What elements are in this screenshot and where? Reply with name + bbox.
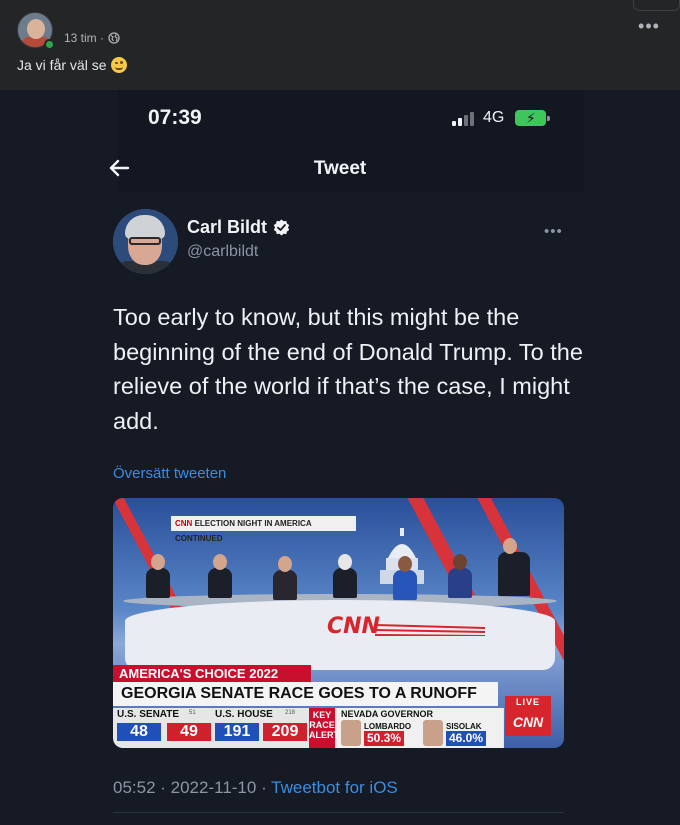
tweet-options-button[interactable]: ••• (544, 223, 563, 240)
cnn-bug-logo: CNN (505, 708, 551, 736)
house-label: U.S. HOUSE (215, 709, 273, 720)
translate-tweet-link[interactable]: Översätt tweeten (113, 465, 226, 482)
tweet-author-name-row[interactable]: Carl Bildt (187, 217, 290, 238)
key-race-alert: KEY RACE ALERT (309, 708, 339, 748)
post-meta: 13 tim · (64, 31, 120, 45)
tweet-author-name: Carl Bildt (187, 217, 268, 237)
tweet-timestamp: 05:52 · 2022-11-10 · (113, 778, 272, 797)
post-text: Ja vi får väl se (17, 57, 128, 73)
house-dem-count: 191 (215, 723, 259, 741)
house-rep-count: 209 (263, 723, 307, 741)
candidate-photo (423, 720, 443, 746)
globe-icon (108, 32, 120, 44)
post-text-content: Ja vi får väl se (17, 57, 107, 73)
lower-third-headline: GEORGIA SENATE RACE GOES TO A RUNOFF (113, 682, 498, 706)
post-options-button[interactable]: ••• (634, 14, 664, 38)
tweet-text: Too early to know, but this might be the… (113, 304, 583, 434)
status-bar-time: 07:39 (148, 106, 202, 129)
back-arrow-icon[interactable] (106, 156, 132, 180)
candidate-1-pct: 50.3% (364, 731, 405, 746)
banner-brand: CNN (175, 519, 193, 528)
screen: … 13 tim · ••• Ja vi får väl se 07:39 4G… (0, 0, 680, 825)
facebook-post-header: … 13 tim · ••• Ja vi får väl se (0, 0, 680, 90)
live-badge: LIVE (505, 696, 551, 708)
nevada-governor-panel: NEVADA GOVERNOR LOMBARDO 50.3% SISOLAK 4… (337, 708, 503, 748)
network-type: 4G (483, 109, 505, 126)
avatar-face (27, 19, 45, 39)
candidate-1-name: LOMBARDO (364, 722, 412, 731)
online-status-dot (44, 39, 55, 50)
candidate-2-pct: 46.0% (446, 731, 487, 746)
nevada-label: NEVADA GOVERNOR (341, 709, 434, 719)
shared-screenshot-image[interactable]: 07:39 4G ⚡ Tweet Carl Bildt @carlbildt •… (0, 90, 680, 825)
tweet-author-avatar[interactable] (113, 209, 178, 274)
verified-badge-icon (273, 219, 290, 236)
top-right-corner-frame (633, 0, 680, 11)
senate-dem-count: 48 (117, 723, 161, 741)
candidate-photo (341, 720, 361, 746)
tweet-client-link[interactable]: Tweetbot for iOS (271, 778, 398, 797)
senate-rep-count: 49 (167, 723, 211, 741)
tweet-author-handle[interactable]: @carlbildt (187, 243, 258, 261)
house-needed: 218 (285, 710, 296, 716)
election-night-banner: CNN ELECTION NIGHT IN AMERICA CONTINUED (171, 516, 356, 543)
senate-needed: 51 (189, 710, 196, 716)
desk-cnn-logo: CNN (327, 614, 380, 639)
candidate-2-name: SISOLAK (446, 722, 482, 731)
winking-smile-emoji-icon (111, 57, 128, 73)
divider (113, 812, 564, 813)
tweet-media-image[interactable]: CNN ELECTION NIGHT IN AMERICA CONTINUED … (113, 498, 564, 748)
poster-name[interactable]: … (62, 2, 76, 16)
lower-third-kicker: AMERICA'S CHOICE 2022 (113, 665, 311, 682)
desk-red-stripes (375, 624, 485, 636)
cellular-signal-icon (452, 112, 474, 126)
post-time[interactable]: 13 tim · (64, 31, 104, 45)
results-ticker: U.S. SENATE 51 48 49 U.S. HOUSE 218 191 … (113, 708, 504, 748)
senate-label: U.S. SENATE (117, 709, 180, 720)
battery-charging-icon: ⚡ (515, 110, 550, 126)
nav-title: Tweet (313, 158, 367, 179)
tweet-timestamp-row: 05:52 · 2022-11-10 · Tweetbot for iOS (113, 778, 398, 798)
